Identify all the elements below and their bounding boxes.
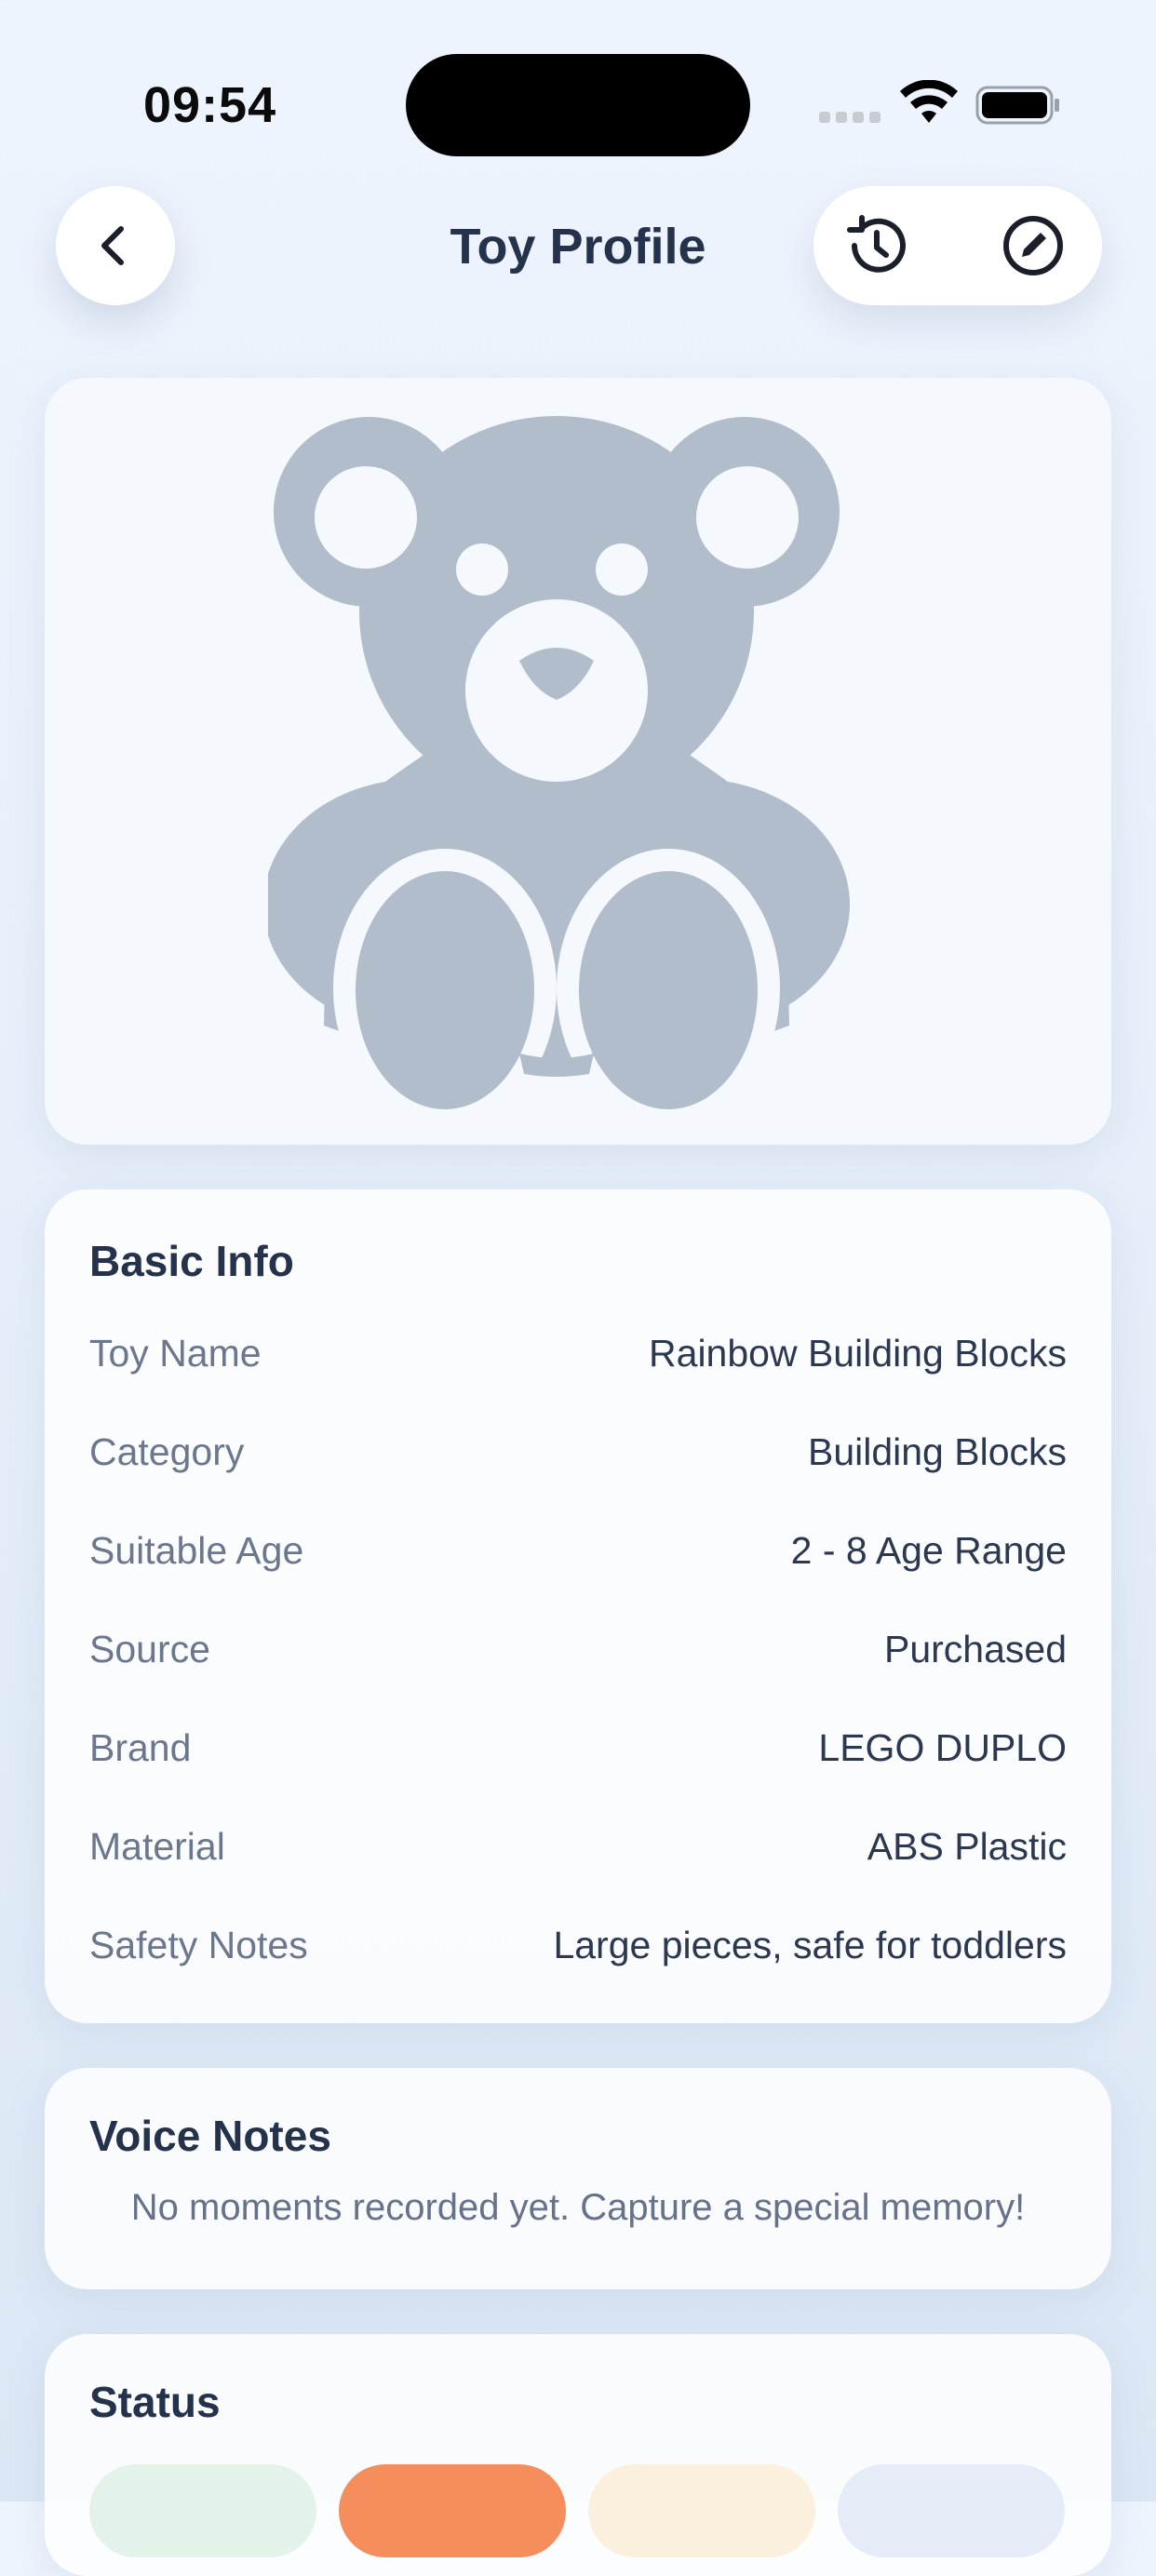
history-icon bbox=[847, 215, 906, 273]
nav-actions bbox=[813, 186, 1102, 305]
info-label: Source bbox=[89, 1627, 210, 1670]
status-title: Status bbox=[89, 2378, 221, 2426]
dynamic-island bbox=[406, 54, 750, 156]
edit-circle-icon bbox=[1003, 216, 1063, 275]
info-row-category: Category Building Blocks bbox=[89, 1424, 1067, 1480]
wifi-icon bbox=[900, 80, 958, 123]
info-label: Material bbox=[89, 1824, 225, 1868]
history-button[interactable] bbox=[840, 208, 914, 283]
clock: 09:54 bbox=[143, 77, 277, 133]
status-chip[interactable] bbox=[339, 2464, 566, 2557]
info-value: Building Blocks bbox=[807, 1429, 1067, 1473]
info-value: LEGO DUPLO bbox=[818, 1725, 1067, 1769]
battery-icon bbox=[975, 86, 1059, 125]
info-row-toy-name: Toy Name Rainbow Building Blocks bbox=[89, 1325, 1067, 1381]
cellular-signal-icon bbox=[819, 112, 884, 123]
info-label: Suitable Age bbox=[89, 1528, 304, 1572]
info-label: Toy Name bbox=[89, 1331, 262, 1375]
status-chip[interactable] bbox=[838, 2464, 1065, 2557]
basic-info-title: Basic Info bbox=[89, 1237, 294, 1285]
status-chip[interactable] bbox=[588, 2464, 815, 2557]
info-row-safety-notes: Safety Notes Large pieces, safe for todd… bbox=[89, 1917, 1067, 1973]
info-label: Safety Notes bbox=[89, 1923, 308, 1966]
status-card: Status bbox=[45, 2334, 1111, 2576]
status-bar: 09:54 bbox=[0, 0, 1156, 158]
voice-notes-empty-text: No moments recorded yet. Capture a speci… bbox=[130, 2187, 1026, 2228]
basic-info-card: Basic Info Toy Name Rainbow Building Blo… bbox=[45, 1189, 1111, 2023]
status-chip[interactable] bbox=[89, 2464, 316, 2557]
voice-notes-card: Voice Notes No moments recorded yet. Cap… bbox=[45, 2068, 1111, 2289]
nav-bar: Toy Profile bbox=[0, 177, 1156, 316]
info-row-brand: Brand LEGO DUPLO bbox=[89, 1720, 1067, 1776]
info-row-suitable-age: Suitable Age 2 - 8 Age Range bbox=[89, 1523, 1067, 1578]
info-value: ABS Plastic bbox=[867, 1824, 1067, 1868]
toy-image-card[interactable] bbox=[45, 378, 1111, 1145]
info-value: 2 - 8 Age Range bbox=[790, 1528, 1067, 1572]
info-label: Brand bbox=[89, 1725, 192, 1769]
info-value: Rainbow Building Blocks bbox=[649, 1331, 1067, 1375]
info-row-material: Material ABS Plastic bbox=[89, 1818, 1067, 1874]
info-value: Large pieces, safe for toddlers bbox=[553, 1923, 1067, 1966]
teddy-bear-icon bbox=[268, 416, 901, 1119]
info-value: Purchased bbox=[883, 1627, 1067, 1670]
voice-notes-title: Voice Notes bbox=[89, 2112, 331, 2160]
info-label: Category bbox=[89, 1429, 245, 1473]
info-row-source: Source Purchased bbox=[89, 1621, 1067, 1677]
edit-button[interactable] bbox=[996, 208, 1070, 283]
